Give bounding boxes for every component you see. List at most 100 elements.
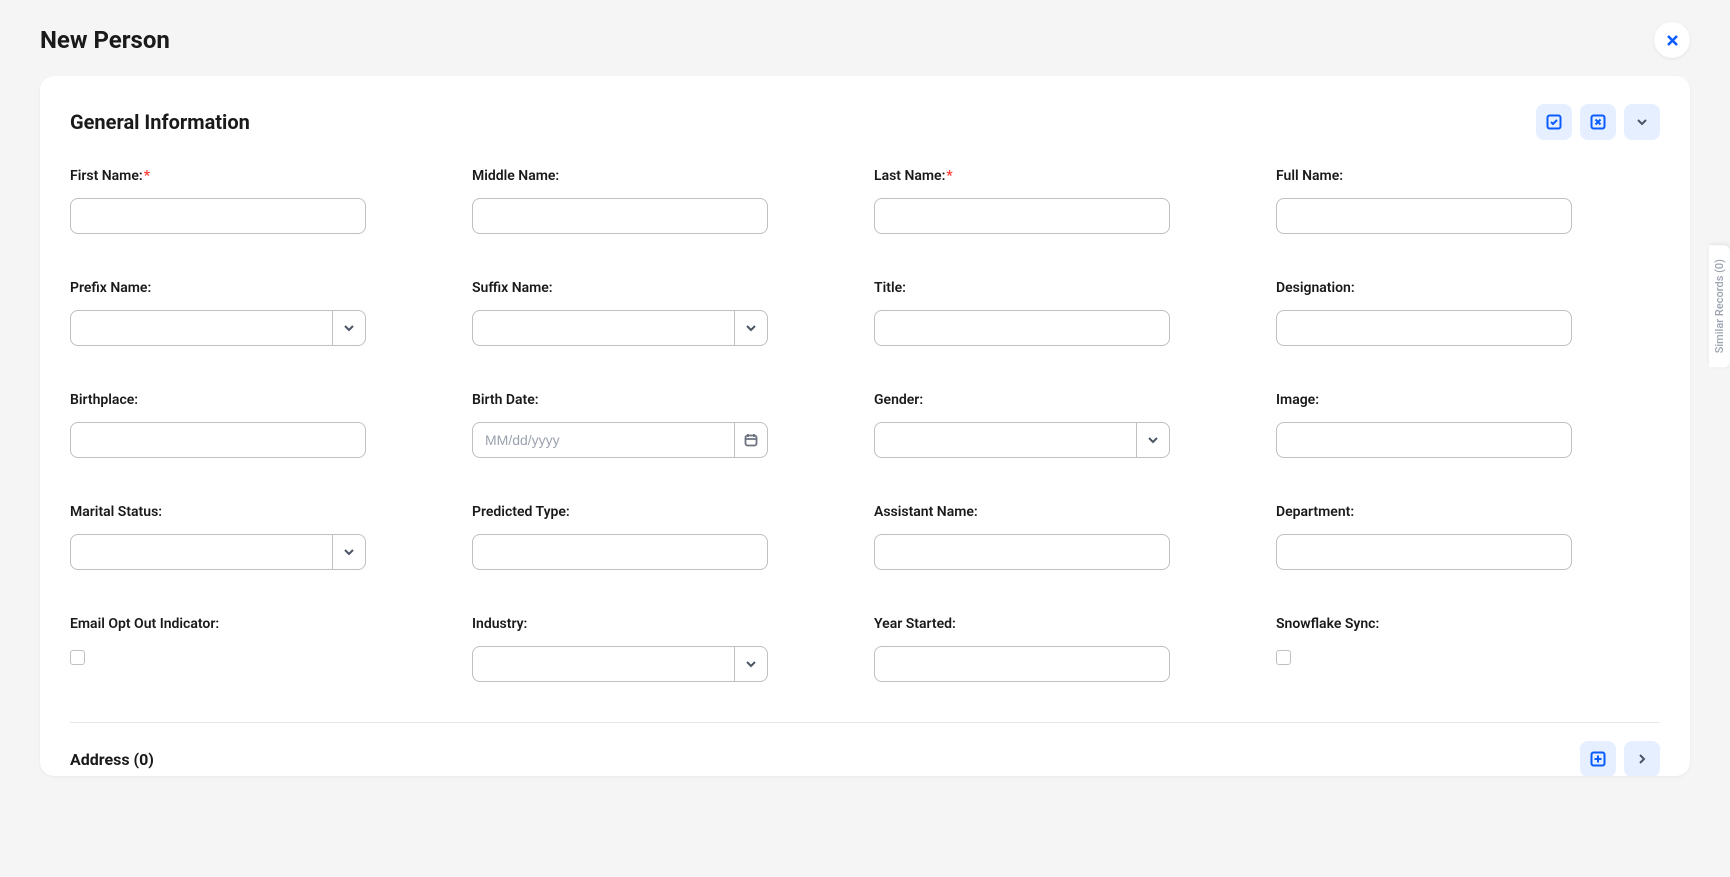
suffix-name-input[interactable] [472,310,734,346]
address-actions [1580,741,1660,776]
email-opt-out-label: Email Opt Out Indicator: [70,616,454,632]
designation-label: Designation: [1276,280,1660,296]
birth-date-wrapper [472,422,768,458]
title-input[interactable] [874,310,1170,346]
gender-dropdown-button[interactable] [1136,422,1170,458]
chevron-down-icon [343,322,355,334]
snowflake-sync-group: Snowflake Sync: [1276,616,1660,682]
assistant-name-group: Assistant Name: [874,504,1258,570]
full-name-group: Full Name: [1276,168,1660,234]
year-started-label: Year Started: [874,616,1258,632]
prefix-name-combo [70,310,366,346]
year-started-input[interactable] [874,646,1170,682]
full-name-input[interactable] [1276,198,1572,234]
birth-date-label: Birth Date: [472,392,856,408]
prefix-name-label: Prefix Name: [70,280,454,296]
title-label: Title: [874,280,1258,296]
chevron-down-icon [1147,434,1159,446]
cancel-button[interactable] [1580,104,1616,140]
email-opt-out-checkbox[interactable] [70,650,85,665]
close-icon [1665,33,1680,48]
chevron-down-icon [1635,115,1649,129]
main-card: General Information [40,76,1690,776]
marital-status-group: Marital Status: [70,504,454,570]
snowflake-sync-label: Snowflake Sync: [1276,616,1660,632]
middle-name-input[interactable] [472,198,768,234]
designation-input[interactable] [1276,310,1572,346]
form-grid: First Name:* Middle Name: Last Name:* Fu… [40,158,1690,722]
gender-group: Gender: [874,392,1258,458]
image-input[interactable] [1276,422,1572,458]
chevron-down-icon [343,546,355,558]
marital-status-input[interactable] [70,534,332,570]
last-name-input[interactable] [874,198,1170,234]
full-name-label: Full Name: [1276,168,1660,184]
email-opt-out-group: Email Opt Out Indicator: [70,616,454,682]
birthplace-input[interactable] [70,422,366,458]
first-name-label: First Name:* [70,168,454,184]
section-actions [1536,104,1660,140]
predicted-type-input[interactable] [472,534,768,570]
gender-input[interactable] [874,422,1136,458]
industry-combo [472,646,768,682]
image-label: Image: [1276,392,1660,408]
marital-status-dropdown-button[interactable] [332,534,366,570]
gender-label: Gender: [874,392,1258,408]
similar-records-tab[interactable]: Similar Records (0) [1709,245,1730,367]
birthplace-label: Birthplace: [70,392,454,408]
prefix-name-input[interactable] [70,310,332,346]
save-button[interactable] [1536,104,1572,140]
calendar-icon [743,432,759,448]
birth-date-picker-button[interactable] [734,422,768,458]
add-address-button[interactable] [1580,741,1616,776]
page-title: New Person [40,26,170,54]
expand-address-button[interactable] [1624,741,1660,776]
address-section: Address (0) [40,723,1690,776]
marital-status-combo [70,534,366,570]
department-input[interactable] [1276,534,1572,570]
suffix-name-dropdown-button[interactable] [734,310,768,346]
assistant-name-label: Assistant Name: [874,504,1258,520]
middle-name-label: Middle Name: [472,168,856,184]
industry-dropdown-button[interactable] [734,646,768,682]
image-group: Image: [1276,392,1660,458]
gender-combo [874,422,1170,458]
designation-group: Designation: [1276,280,1660,346]
first-name-group: First Name:* [70,168,454,234]
check-square-icon [1545,113,1563,131]
birth-date-group: Birth Date: [472,392,856,458]
prefix-name-group: Prefix Name: [70,280,454,346]
page-header: New Person [0,0,1730,76]
section-title: General Information [70,110,250,134]
department-label: Department: [1276,504,1660,520]
chevron-right-icon [1635,752,1649,766]
last-name-label: Last Name:* [874,168,1258,184]
marital-status-label: Marital Status: [70,504,454,520]
predicted-type-group: Predicted Type: [472,504,856,570]
title-group: Title: [874,280,1258,346]
middle-name-group: Middle Name: [472,168,856,234]
x-square-icon [1589,113,1607,131]
last-name-group: Last Name:* [874,168,1258,234]
department-group: Department: [1276,504,1660,570]
assistant-name-input[interactable] [874,534,1170,570]
predicted-type-label: Predicted Type: [472,504,856,520]
industry-input[interactable] [472,646,734,682]
chevron-down-icon [745,322,757,334]
chevron-down-icon [745,658,757,670]
birth-date-input[interactable] [472,422,734,458]
suffix-name-group: Suffix Name: [472,280,856,346]
year-started-group: Year Started: [874,616,1258,682]
section-header: General Information [40,104,1690,140]
snowflake-sync-checkbox[interactable] [1276,650,1291,665]
close-button[interactable] [1654,22,1690,58]
industry-label: Industry: [472,616,856,632]
plus-square-icon [1589,750,1607,768]
expand-button[interactable] [1624,104,1660,140]
prefix-name-dropdown-button[interactable] [332,310,366,346]
address-section-title: Address (0) [70,750,154,769]
birthplace-group: Birthplace: [70,392,454,458]
suffix-name-combo [472,310,768,346]
first-name-input[interactable] [70,198,366,234]
suffix-name-label: Suffix Name: [472,280,856,296]
